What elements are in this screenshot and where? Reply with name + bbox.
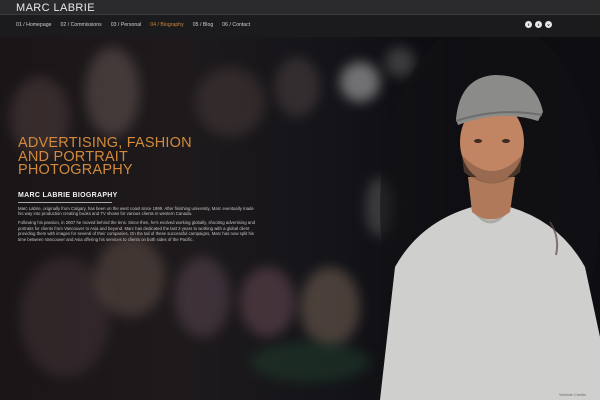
nav-item-biography[interactable]: 04 / Biography: [150, 22, 183, 28]
title-divider: [18, 201, 112, 203]
bio-paragraph: Following his passion, in 2007 he moved …: [18, 220, 255, 242]
collage-figure: [300, 267, 360, 347]
site-logo[interactable]: MARC LABRIE: [16, 2, 95, 14]
collage-figure: [85, 47, 140, 137]
page-headline: ADVERTISING, FASHION AND PORTRAIT PHOTOG…: [18, 136, 256, 178]
website-credits-link[interactable]: Website Credits: [559, 393, 586, 397]
nav-list: 01 / Homepage 02 / Commissions 03 / Pers…: [16, 22, 250, 28]
nav-item-commissions[interactable]: 02 / Commissions: [60, 22, 101, 28]
collage-figure: [275, 57, 320, 117]
collage-figure: [95, 237, 165, 317]
twitter-icon[interactable]: t: [535, 21, 542, 28]
top-bar: MARC LABRIE: [0, 0, 600, 14]
facebook-icon[interactable]: f: [525, 21, 532, 28]
nav-item-blog[interactable]: 05 / Blog: [193, 22, 213, 28]
nav-item-personal[interactable]: 03 / Personal: [111, 22, 142, 28]
poker-table: [250, 342, 370, 382]
vimeo-icon[interactable]: v: [545, 21, 552, 28]
collage-figure: [175, 257, 230, 337]
collage-figure: [195, 67, 265, 137]
collage-figure: [240, 267, 295, 337]
bio-paragraph: Marc Labrie, originally from Calgary, ha…: [18, 205, 254, 216]
nav-item-homepage[interactable]: 01 / Homepage: [16, 22, 51, 28]
headline-line: PHOTOGRAPHY: [18, 162, 133, 178]
hero-section: ADVERTISING, FASHION AND PORTRAIT PHOTOG…: [0, 37, 600, 400]
portrait-photo: [380, 37, 600, 400]
biography-panel: ADVERTISING, FASHION AND PORTRAIT PHOTOG…: [18, 136, 256, 242]
main-nav: 01 / Homepage 02 / Commissions 03 / Pers…: [0, 14, 600, 38]
nav-item-contact[interactable]: 06 / Contact: [222, 22, 250, 28]
biography-title: MARC LABRIE BIOGRAPHY: [18, 191, 118, 199]
social-links: f t v: [525, 21, 552, 28]
